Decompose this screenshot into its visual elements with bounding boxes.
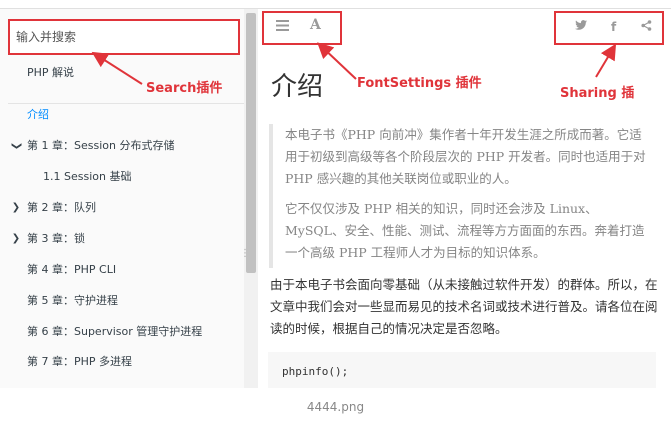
sidebar-item-chapter-3[interactable]: ❯ 第 3 章：锁 bbox=[0, 225, 244, 253]
font-settings-icon[interactable]: A bbox=[310, 18, 321, 32]
sidebar-item-label: 介绍 bbox=[27, 108, 49, 121]
sidebar-item-chapter-7[interactable]: 第 7 章：PHP 多进程 bbox=[0, 348, 244, 376]
sidebar-item-chapter-5[interactable]: 第 5 章：守护进程 bbox=[0, 287, 244, 315]
chevron-right-icon[interactable]: ❯ bbox=[10, 194, 22, 222]
sidebar-item-label: PHP 解说 bbox=[27, 66, 75, 79]
scrollbar-thumb[interactable] bbox=[246, 13, 256, 273]
annotation-font-plugin: FontSettings 插件 bbox=[357, 76, 482, 91]
share-icon[interactable] bbox=[641, 20, 652, 35]
sidebar-item-section-1-1[interactable]: 1.1 Session 基础 bbox=[0, 163, 244, 191]
body-paragraph: 由于本电子书会面向零基础（从未接触过软件开发）的群体。所以，在文章中我们会对一些… bbox=[270, 277, 658, 336]
sidebar-item-label: 第 3 章：锁 bbox=[27, 232, 85, 245]
annotation-search-plugin: Search插件 bbox=[146, 81, 223, 96]
sidebar-item-chapter-6[interactable]: 第 6 章：Supervisor 管理守护进程 bbox=[0, 318, 244, 346]
sidebar: PHP 解说 介绍 ❯ 第 1 章：Session 分布式存储 1.1 Sess… bbox=[0, 9, 258, 388]
sidebar-item-label: 第 6 章：Supervisor 管理守护进程 bbox=[27, 325, 203, 338]
image-caption: 4444.png bbox=[306, 400, 365, 414]
sidebar-item-label: 第 5 章：守护进程 bbox=[27, 294, 118, 307]
resize-grip-icon[interactable]: ⋮ bbox=[240, 248, 250, 259]
facebook-icon[interactable]: f bbox=[611, 20, 616, 34]
quote-paragraph: 它不仅仅涉及 PHP 相关的知识，同时还会涉及 Linux、MySQL、安全、性… bbox=[285, 201, 645, 260]
sidebar-item-chapter-4[interactable]: 第 4 章：PHP CLI bbox=[0, 256, 244, 284]
sidebar-scrollbar[interactable] bbox=[244, 9, 258, 388]
chevron-down-icon[interactable]: ❯ bbox=[2, 140, 30, 152]
page-title: 介绍 bbox=[271, 72, 324, 102]
quote-paragraph: 本电子书《PHP 向前冲》集作者十年开发生涯之所成而著。它适用于初级到高级等各个… bbox=[285, 127, 646, 186]
code-text: phpinfo(); bbox=[282, 365, 349, 378]
intro-blockquote: 本电子书《PHP 向前冲》集作者十年开发生涯之所成而著。它适用于初级到高级等各个… bbox=[269, 124, 654, 268]
chevron-right-icon[interactable]: ❯ bbox=[10, 225, 22, 253]
code-block: phpinfo(); bbox=[268, 352, 656, 388]
hamburger-menu-icon[interactable] bbox=[276, 20, 289, 35]
sidebar-item-chapter-2[interactable]: ❯ 第 2 章：队列 bbox=[0, 194, 244, 222]
twitter-icon[interactable] bbox=[575, 20, 587, 34]
annotation-sharing-plugin: Sharing 插 bbox=[560, 86, 635, 101]
sidebar-item-label: 第 7 章：PHP 多进程 bbox=[27, 355, 133, 368]
sidebar-item-label: 第 4 章：PHP CLI bbox=[27, 263, 117, 276]
search-input[interactable] bbox=[8, 19, 240, 55]
sidebar-item-chapter-1[interactable]: ❯ 第 1 章：Session 分布式存储 bbox=[0, 132, 244, 160]
font-toolbar-highlight bbox=[262, 11, 342, 45]
sidebar-item-label: 第 2 章：队列 bbox=[27, 201, 96, 214]
sidebar-item-label: 第 1 章：Session 分布式存储 bbox=[27, 139, 175, 152]
sidebar-item-introduction[interactable]: 介绍 bbox=[0, 101, 244, 129]
sidebar-item-label: 1.1 Session 基础 bbox=[43, 170, 132, 183]
